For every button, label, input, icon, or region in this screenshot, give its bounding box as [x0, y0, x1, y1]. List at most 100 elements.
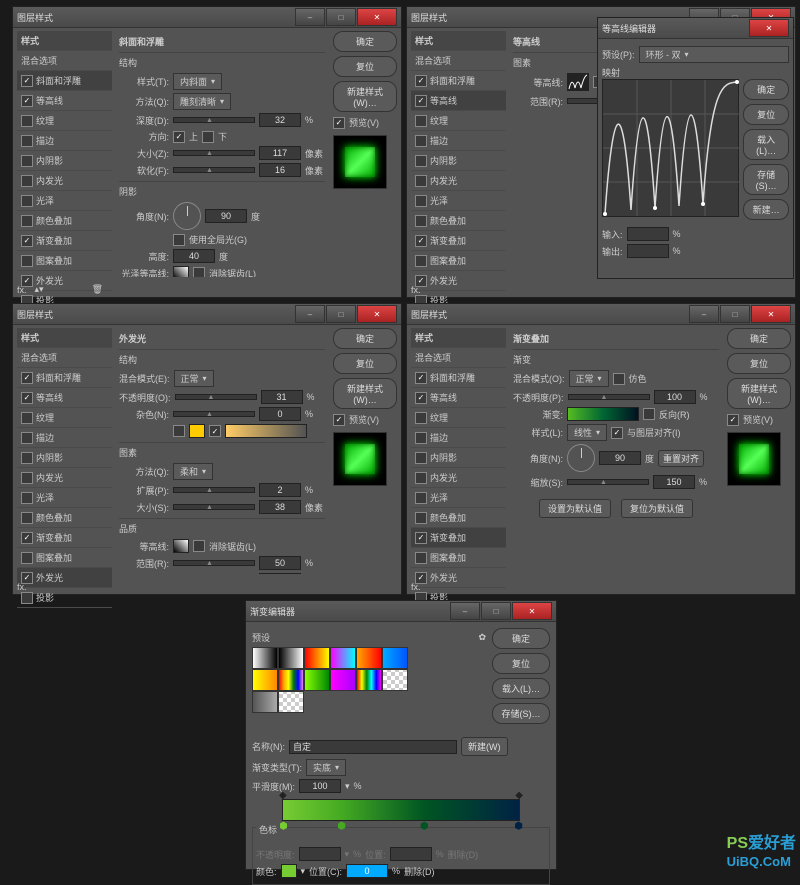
titlebar[interactable]: 图层样式 – □ ✕ [407, 304, 795, 325]
checkbox[interactable] [415, 115, 427, 127]
sidebar-item-contour[interactable]: 等高线 [411, 91, 506, 111]
preset-dropdown[interactable]: 环形 - 双 [639, 46, 790, 63]
load-button[interactable]: 载入(L)… [743, 129, 789, 160]
color-radio[interactable] [173, 425, 185, 437]
sidebar-item-coloroverlay[interactable]: 颜色叠加 [17, 211, 112, 231]
sidebar-item-dropshadow[interactable]: 投影 [17, 588, 112, 608]
align-checkbox[interactable] [611, 427, 623, 439]
checkbox[interactable] [415, 532, 427, 544]
set-default-button[interactable]: 设置为默认值 [539, 499, 611, 518]
titlebar[interactable]: 图层样式 – □ ✕ [13, 304, 401, 325]
minimize-button[interactable]: – [295, 305, 325, 323]
opacity-stop-icon[interactable]: ◆ [279, 790, 287, 801]
preset-swatch[interactable] [304, 669, 330, 691]
cancel-button[interactable]: 复位 [727, 353, 791, 374]
color-swatch[interactable] [189, 424, 205, 438]
new-button[interactable]: 新建… [743, 199, 789, 220]
style-dropdown[interactable]: 线性 [567, 424, 607, 441]
checkbox[interactable] [21, 95, 33, 107]
maximize-button[interactable]: □ [326, 305, 356, 323]
sidebar-item-innershadow[interactable]: 内阴影 [411, 448, 506, 468]
cancel-button[interactable]: 复位 [333, 56, 397, 77]
dir-down-radio[interactable] [202, 131, 214, 143]
sidebar-item-contour[interactable]: 等高线 [17, 91, 112, 111]
checkbox[interactable] [415, 452, 427, 464]
sidebar-item-satin[interactable]: 光泽 [17, 191, 112, 211]
size-slider[interactable] [173, 150, 255, 156]
stop-position2-input[interactable] [346, 864, 388, 878]
preset-swatch[interactable] [382, 669, 408, 691]
contour-picker[interactable] [173, 539, 189, 553]
checkbox[interactable] [415, 472, 427, 484]
sidebar-item-texture[interactable]: 纹理 [17, 408, 112, 428]
save-button[interactable]: 存储(S)… [743, 164, 789, 195]
chevron-up-icon[interactable]: ▴▾ [35, 284, 44, 295]
technique-dropdown[interactable]: 柔和 [173, 463, 213, 480]
sidebar-item-stroke[interactable]: 描边 [17, 131, 112, 151]
sidebar-item-innershadow[interactable]: 内阴影 [17, 448, 112, 468]
reverse-checkbox[interactable] [643, 408, 655, 420]
preset-swatch[interactable] [356, 647, 382, 669]
checkbox[interactable] [21, 592, 33, 604]
checkbox[interactable] [415, 155, 427, 167]
soften-slider[interactable] [173, 167, 255, 173]
maximize-button[interactable]: □ [326, 8, 356, 26]
checkbox[interactable] [21, 255, 33, 267]
curve-canvas[interactable] [602, 79, 739, 217]
sidebar-item-bevel[interactable]: 斜面和浮雕 [17, 71, 112, 91]
sidebar-item-texture[interactable]: 纹理 [411, 408, 506, 428]
preset-swatch[interactable] [382, 647, 408, 669]
delete-stop2-button[interactable]: 删除(D) [404, 865, 435, 878]
sidebar-blending[interactable]: 混合选项 [17, 51, 112, 71]
sidebar-item-gradoverlay[interactable]: 渐变叠加 [411, 231, 506, 251]
sidebar-item-stroke[interactable]: 描边 [17, 428, 112, 448]
preset-swatch[interactable] [252, 647, 278, 669]
contour-picker[interactable] [567, 73, 589, 91]
sidebar-item-patternoverlay[interactable]: 图案叠加 [17, 548, 112, 568]
titlebar[interactable]: 图层样式 – □ ✕ [13, 7, 401, 28]
color-stop-icon[interactable]: ⬢ [420, 821, 429, 832]
blend-mode-dropdown[interactable]: 正常 [174, 370, 214, 387]
sidebar-item-gradoverlay[interactable]: 渐变叠加 [411, 528, 506, 548]
new-style-button[interactable]: 新建样式(W)… [333, 81, 397, 112]
sidebar-item-stroke[interactable]: 描边 [411, 428, 506, 448]
gradient-bar[interactable] [567, 407, 639, 421]
minimize-button[interactable]: – [689, 305, 719, 323]
checkbox[interactable] [21, 195, 33, 207]
ok-button[interactable]: 确定 [333, 31, 397, 52]
checkbox[interactable] [21, 235, 33, 247]
checkbox[interactable] [415, 75, 427, 87]
checkbox[interactable] [21, 215, 33, 227]
checkbox[interactable] [415, 412, 427, 424]
gradient-radio[interactable] [209, 425, 221, 437]
style-dropdown[interactable]: 内斜面 [173, 73, 222, 90]
checkbox[interactable] [21, 432, 33, 444]
load-button[interactable]: 载入(L)… [492, 678, 550, 699]
opacity-input[interactable] [261, 390, 303, 404]
checkbox[interactable] [415, 135, 427, 147]
sidebar-item-coloroverlay[interactable]: 颜色叠加 [411, 508, 506, 528]
angle-dial[interactable] [173, 202, 201, 230]
size-slider[interactable] [173, 504, 255, 510]
sidebar-item-satin[interactable]: 光泽 [411, 191, 506, 211]
checkbox[interactable] [415, 512, 427, 524]
sidebar-blending[interactable]: 混合选项 [411, 51, 506, 71]
checkbox[interactable] [21, 452, 33, 464]
checkbox[interactable] [21, 512, 33, 524]
close-button[interactable]: ✕ [357, 305, 397, 323]
checkbox[interactable] [415, 492, 427, 504]
checkbox[interactable] [21, 175, 33, 187]
name-input[interactable] [289, 740, 457, 754]
checkbox[interactable] [21, 412, 33, 424]
global-light-checkbox[interactable] [173, 234, 185, 246]
preset-swatch[interactable] [278, 669, 304, 691]
angle-input[interactable] [599, 451, 641, 465]
sidebar-item-contour[interactable]: 等高线 [17, 388, 112, 408]
maximize-button[interactable]: □ [481, 602, 511, 620]
preset-swatch[interactable] [252, 691, 278, 713]
opacity-stop-icon[interactable]: ◆ [515, 790, 523, 801]
gradient-bar[interactable] [225, 424, 307, 438]
checkbox[interactable] [21, 492, 33, 504]
dither-checkbox[interactable] [613, 373, 625, 385]
jitter-input[interactable] [259, 573, 301, 574]
